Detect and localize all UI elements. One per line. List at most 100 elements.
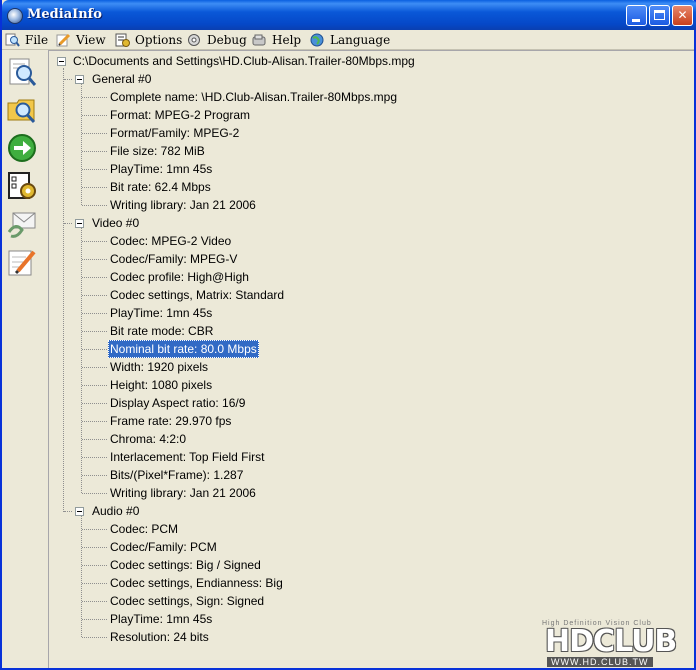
tree-connector xyxy=(82,151,107,152)
tree-item[interactable]: Writing library: Jan 21 2006 xyxy=(108,196,258,214)
minimize-icon xyxy=(632,19,640,22)
menu-options[interactable]: Options xyxy=(115,31,182,48)
menu-help[interactable]: Help xyxy=(252,31,301,48)
menu-file[interactable]: File xyxy=(5,31,48,48)
collapse-toggle[interactable] xyxy=(75,75,84,84)
tree-item[interactable]: Codec settings, Matrix: Standard xyxy=(108,286,286,304)
tree-item[interactable]: Display Aspect ratio: 16/9 xyxy=(108,394,247,412)
menu-options-label: Options xyxy=(135,32,183,47)
tree-connector xyxy=(82,457,107,458)
open-file-icon[interactable] xyxy=(6,56,38,88)
tree-connector xyxy=(82,349,107,350)
tree-connector xyxy=(82,277,107,278)
tree-connector xyxy=(82,97,107,98)
pencil-paper-icon xyxy=(56,33,71,46)
tree-item[interactable]: PlayTime: 1mn 45s xyxy=(108,160,214,178)
tree-connector xyxy=(82,295,107,296)
menu-view-label: View xyxy=(76,32,106,47)
forward-arrow-icon[interactable] xyxy=(6,132,38,164)
tree-item[interactable]: PlayTime: 1mn 45s xyxy=(108,304,214,322)
tree-root-file[interactable]: C:\Documents and Settings\HD.Club-Alisan… xyxy=(71,52,417,70)
tree-item[interactable]: PlayTime: 1mn 45s xyxy=(108,610,214,628)
tree-item[interactable]: Codec/Family: PCM xyxy=(108,538,219,556)
tree-connector xyxy=(82,169,107,170)
menu-debug[interactable]: Debug xyxy=(187,31,247,48)
tree-item[interactable]: Format/Family: MPEG-2 xyxy=(108,124,241,142)
collapse-toggle[interactable] xyxy=(57,57,66,66)
settings-icon[interactable] xyxy=(6,170,38,202)
tree-item[interactable]: Codec settings, Sign: Signed xyxy=(108,592,266,610)
tree-item[interactable]: Interlacement: Top Field First xyxy=(108,448,267,466)
tree-connector xyxy=(82,331,107,332)
tree-item[interactable]: Chroma: 4:2:0 xyxy=(108,430,188,448)
app-icon[interactable] xyxy=(7,8,23,24)
info-tree[interactable]: C:\Documents and Settings\HD.Club-Alisan… xyxy=(48,50,694,668)
tree-item[interactable]: Bit rate mode: CBR xyxy=(108,322,215,340)
hdclub-watermark: High Definition Vision Club HDCLUB WWW.H… xyxy=(537,620,693,668)
tree-item[interactable]: Bit rate: 62.4 Mbps xyxy=(108,178,213,196)
tree-item[interactable]: Codec: PCM xyxy=(108,520,180,538)
tree-item[interactable]: Codec/Family: MPEG-V xyxy=(108,250,239,268)
section-video[interactable]: Video #0 xyxy=(90,214,141,232)
tree-connector xyxy=(82,205,107,206)
tree-connector xyxy=(82,601,107,602)
tree-connector xyxy=(64,511,72,512)
tree-connector xyxy=(81,228,82,493)
menu-help-label: Help xyxy=(272,32,302,47)
tree-item[interactable]: Format: MPEG-2 Program xyxy=(108,106,252,124)
tree-connector xyxy=(82,241,107,242)
close-button[interactable]: ✕ xyxy=(672,5,693,26)
tree-connector xyxy=(82,547,107,548)
collapse-toggle[interactable] xyxy=(75,507,84,516)
tree-connector xyxy=(82,619,107,620)
sidebar-toolbar xyxy=(2,50,45,668)
tree-item[interactable]: Width: 1920 pixels xyxy=(108,358,210,376)
tree-item[interactable]: Codec settings: Big / Signed xyxy=(108,556,263,574)
tree-connector xyxy=(82,133,107,134)
watermark-logo: HDCLUB xyxy=(545,624,677,659)
tree-item[interactable]: Codec profile: High@High xyxy=(108,268,251,286)
notes-icon[interactable] xyxy=(6,246,38,278)
menu-bar: File View Options Debug Help Language xyxy=(2,30,694,50)
menu-language[interactable]: Language xyxy=(310,31,390,48)
open-folder-icon[interactable] xyxy=(6,94,38,126)
tree-item[interactable]: Codec settings, Endianness: Big xyxy=(108,574,285,592)
maximize-icon xyxy=(654,10,665,20)
title-bar[interactable]: MediaInfo ✕ xyxy=(2,0,696,30)
tree-connector xyxy=(82,637,107,638)
tree-connector xyxy=(82,529,107,530)
menu-view[interactable]: View xyxy=(56,31,106,48)
tree-connector xyxy=(82,313,107,314)
tree-connector xyxy=(63,68,64,512)
maximize-button[interactable] xyxy=(649,5,670,26)
collapse-toggle[interactable] xyxy=(75,219,84,228)
tree-connector xyxy=(82,367,107,368)
tree-connector xyxy=(82,565,107,566)
window-title: MediaInfo xyxy=(27,7,102,22)
minimize-button[interactable] xyxy=(626,5,647,26)
send-mail-icon[interactable] xyxy=(6,208,38,240)
section-audio[interactable]: Audio #0 xyxy=(90,502,141,520)
tree-item[interactable]: File size: 782 MiB xyxy=(108,142,207,160)
globe-icon xyxy=(310,33,324,46)
tree-connector xyxy=(82,259,107,260)
tree-connector xyxy=(82,493,107,494)
help-icon xyxy=(252,34,266,45)
tree-item[interactable]: Codec: MPEG-2 Video xyxy=(108,232,233,250)
tree-connector xyxy=(82,403,107,404)
tree-item[interactable]: Height: 1080 pixels xyxy=(108,376,214,394)
debug-icon xyxy=(188,33,200,46)
tree-item[interactable]: Complete name: \HD.Club-Alisan.Trailer-8… xyxy=(108,88,399,106)
tree-connector xyxy=(82,385,107,386)
tree-item[interactable]: Nominal bit rate: 80.0 Mbps xyxy=(108,340,259,358)
magnifier-icon xyxy=(5,33,20,47)
tree-item[interactable]: Writing library: Jan 21 2006 xyxy=(108,484,258,502)
tree-item[interactable]: Bits/(Pixel*Frame): 1.287 xyxy=(108,466,245,484)
tree-item[interactable]: Resolution: 24 bits xyxy=(108,628,211,646)
menu-file-label: File xyxy=(25,32,49,47)
tree-connector xyxy=(82,115,107,116)
tree-item[interactable]: Frame rate: 29.970 fps xyxy=(108,412,233,430)
tree-connector xyxy=(64,79,72,80)
section-general[interactable]: General #0 xyxy=(90,70,153,88)
menu-language-label: Language xyxy=(330,32,391,47)
